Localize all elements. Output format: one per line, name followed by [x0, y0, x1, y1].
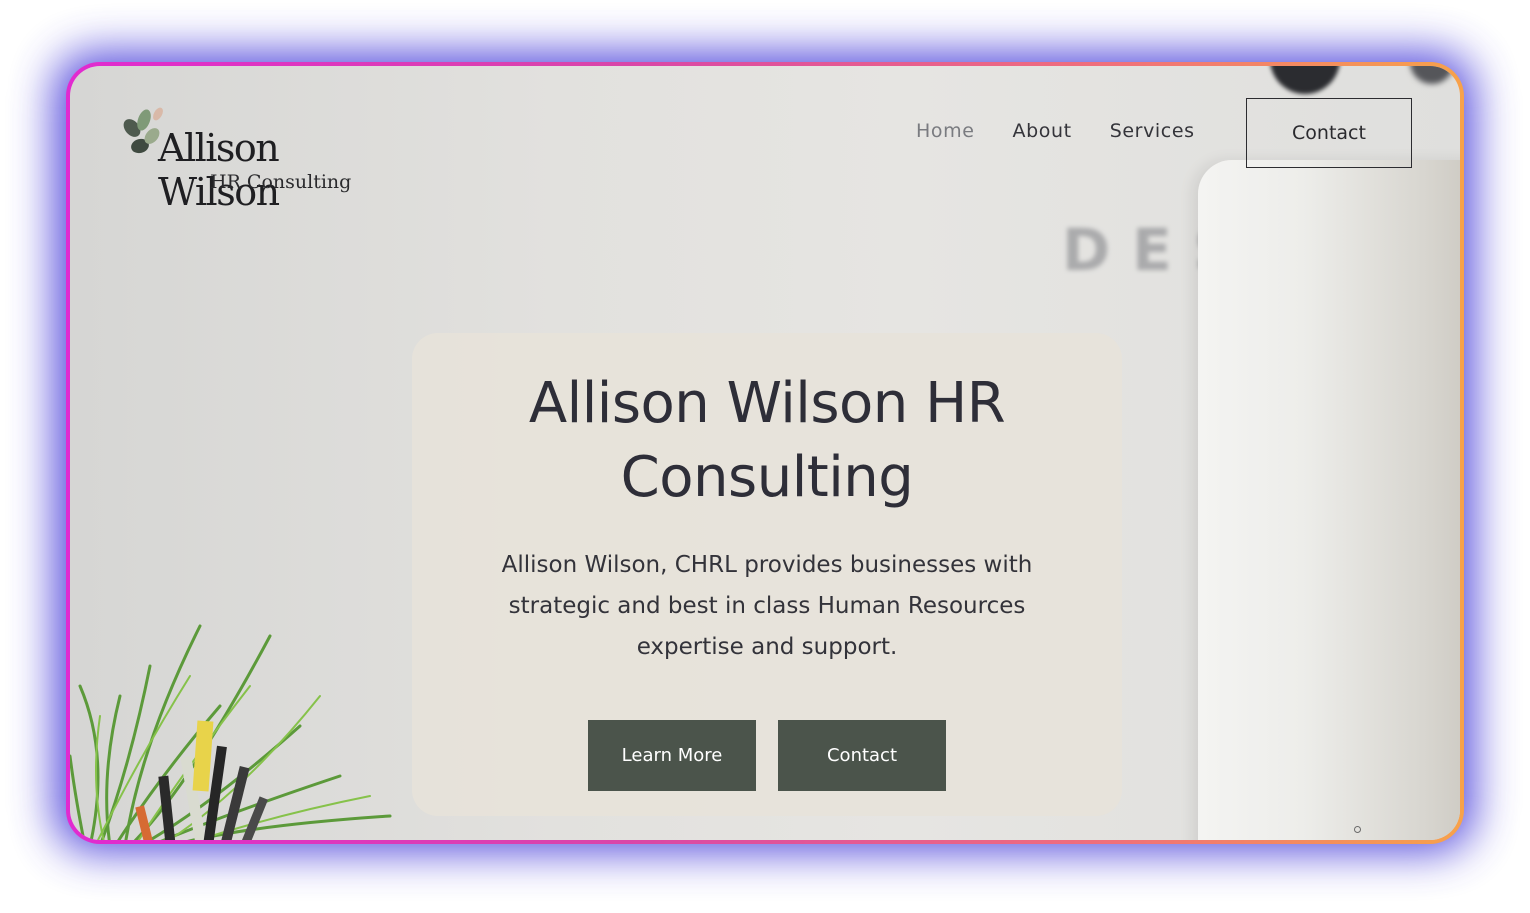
- hero-contact-button[interactable]: Contact: [778, 720, 946, 791]
- main-nav: Home About Services: [916, 120, 1195, 142]
- plant-pencils-image: [70, 624, 392, 840]
- logo-name: Allison Wilson: [158, 126, 280, 214]
- nav-item-about[interactable]: About: [1013, 120, 1072, 142]
- background-monitor: [1198, 160, 1460, 840]
- hero-description: Allison Wilson, CHRL provides businesses…: [501, 552, 1033, 660]
- header-contact-button[interactable]: Contact: [1246, 98, 1412, 168]
- background-dark-shape-2: [1410, 66, 1454, 84]
- monitor-power-icon: [1354, 826, 1361, 833]
- website-viewport: DES Allison Wilson HR Consulting Home Ab…: [70, 66, 1460, 840]
- background-dark-shape: [1270, 66, 1340, 94]
- hero-card: Allison Wilson HR Consulting Allison Wil…: [412, 333, 1122, 816]
- learn-more-button[interactable]: Learn More: [588, 720, 756, 791]
- nav-item-home[interactable]: Home: [916, 120, 975, 142]
- site-logo[interactable]: Allison Wilson HR Consulting: [118, 88, 408, 214]
- nav-item-services[interactable]: Services: [1110, 120, 1195, 142]
- hero-title: Allison Wilson HR Consulting: [528, 371, 1006, 510]
- logo-subtitle: HR Consulting: [210, 171, 352, 193]
